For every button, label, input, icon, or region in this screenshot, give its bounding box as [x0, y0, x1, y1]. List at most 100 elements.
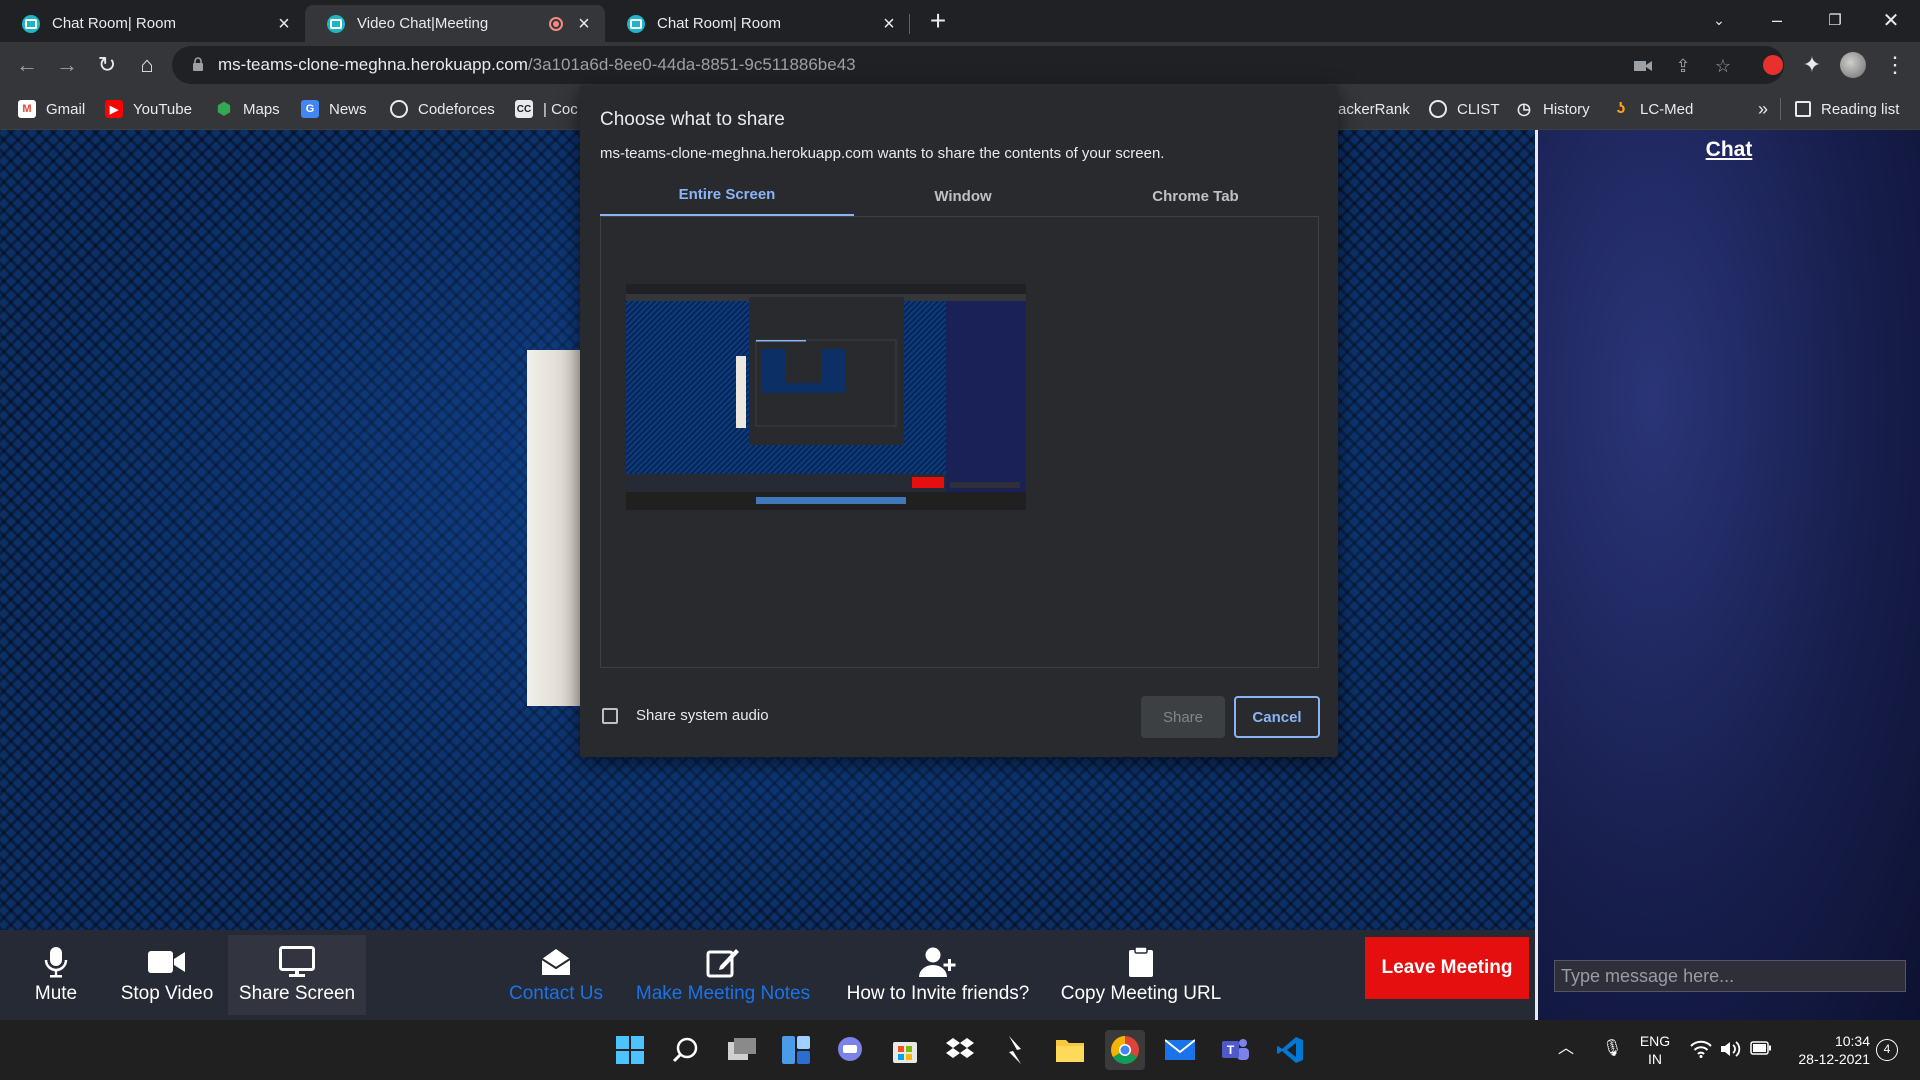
- mute-button[interactable]: Mute: [20, 935, 92, 1015]
- gmail-icon: M: [18, 100, 36, 118]
- share-screen-label: Share Screen: [238, 983, 356, 1004]
- microphone-tray-icon[interactable]: 🎙: [1602, 1040, 1622, 1058]
- tab-entire-screen[interactable]: Entire Screen: [600, 175, 854, 217]
- back-arrow-icon[interactable]: ←: [12, 50, 42, 80]
- camera-in-use-icon[interactable]: [1632, 55, 1654, 77]
- bookmark-label: Codeforces: [418, 100, 495, 118]
- share-system-audio-checkbox[interactable]: Share system audio: [602, 707, 769, 724]
- search-icon[interactable]: [666, 1030, 706, 1070]
- copy-meeting-url-button[interactable]: Copy Meeting URL: [1056, 935, 1226, 1015]
- cc-icon: CC: [515, 100, 533, 118]
- microsoft-store-icon[interactable]: [885, 1030, 925, 1070]
- tab-window[interactable]: Window: [854, 175, 1072, 217]
- stop-video-button[interactable]: Stop Video: [112, 935, 222, 1015]
- reload-icon[interactable]: ↻: [92, 50, 122, 80]
- recording-icon: [549, 16, 563, 31]
- cancel-button[interactable]: Cancel: [1234, 696, 1320, 738]
- clock[interactable]: 10:34 28-12-2021: [1790, 1032, 1870, 1068]
- bookmark-lc-med[interactable]: ʖ LC-Med: [1612, 88, 1694, 130]
- wifi-icon[interactable]: [1690, 1040, 1712, 1062]
- chat-message-input[interactable]: [1554, 960, 1906, 992]
- vscode-icon[interactable]: [1270, 1030, 1310, 1070]
- video-camera-icon: [148, 945, 186, 979]
- tab-title: Chat Room| Room: [657, 15, 781, 32]
- reading-list-button[interactable]: Reading list: [1795, 88, 1899, 130]
- tab-chrome-tab[interactable]: Chrome Tab: [1072, 175, 1319, 217]
- chrome-icon[interactable]: [1105, 1030, 1145, 1070]
- screen-thumbnail-image: [626, 284, 1026, 510]
- browser-tab-strip: Chat Room| Room × Video Chat|Meeting × C…: [0, 0, 1920, 42]
- lightning-app-icon[interactable]: [995, 1030, 1035, 1070]
- share-button[interactable]: Share: [1141, 696, 1225, 738]
- news-icon: G: [301, 100, 319, 118]
- bookmarks-overflow-icon[interactable]: »: [1758, 88, 1768, 130]
- menu-kebab-icon[interactable]: ⋮: [1880, 50, 1910, 80]
- browser-tab-video-chat[interactable]: Video Chat|Meeting ×: [305, 5, 605, 42]
- profile-avatar[interactable]: [1838, 50, 1868, 80]
- minimize-icon[interactable]: –: [1748, 0, 1806, 40]
- close-icon[interactable]: ×: [275, 14, 293, 34]
- tab-search-chevron-icon[interactable]: ⌄: [1690, 0, 1748, 40]
- home-icon[interactable]: ⌂: [132, 50, 162, 80]
- battery-icon[interactable]: [1750, 1041, 1772, 1059]
- volume-icon[interactable]: [1720, 1040, 1742, 1062]
- microsoft-teams-icon[interactable]: T: [1215, 1030, 1255, 1070]
- maps-pin-icon: ⬢: [217, 101, 231, 118]
- windows-start-icon[interactable]: [610, 1030, 650, 1070]
- window-close-icon[interactable]: ✕: [1862, 0, 1920, 40]
- contact-us-link[interactable]: Contact Us: [504, 935, 608, 1015]
- invite-friends-button[interactable]: How to Invite friends?: [838, 935, 1038, 1015]
- extensions-puzzle-icon[interactable]: ✦: [1797, 50, 1827, 80]
- clock-date: 28-12-2021: [1798, 1051, 1870, 1067]
- bookmark-youtube[interactable]: ▶ YouTube: [105, 88, 192, 130]
- share-screen-button[interactable]: Share Screen: [228, 935, 366, 1015]
- bookmark-coc[interactable]: CC | Coc: [515, 88, 578, 130]
- bookmark-codeforces[interactable]: Codeforces: [390, 88, 495, 130]
- share-page-icon[interactable]: ⇪: [1672, 55, 1694, 77]
- screen-preview-list: [600, 217, 1319, 668]
- bookmark-label: LC-Med: [1640, 100, 1694, 118]
- add-user-icon: [918, 945, 958, 979]
- checkbox-box[interactable]: [602, 707, 618, 724]
- notification-count-badge[interactable]: 4: [1876, 1039, 1898, 1061]
- new-tab-button[interactable]: +: [924, 7, 952, 35]
- forward-arrow-icon[interactable]: →: [52, 50, 82, 80]
- extension-red-icon[interactable]: [1758, 50, 1788, 80]
- lock-icon: [193, 57, 203, 71]
- reading-list-label: Reading list: [1821, 100, 1900, 118]
- address-bar[interactable]: ms-teams-clone-meghna.herokuapp.com/3a10…: [172, 46, 1784, 84]
- tray-chevron-icon[interactable]: ︿: [1558, 1040, 1574, 1058]
- leetcode-icon: ʖ: [1616, 100, 1626, 117]
- dialog-subtitle: ms-teams-clone-meghna.herokuapp.com want…: [600, 145, 1165, 162]
- bookmark-star-icon[interactable]: ☆: [1712, 55, 1734, 77]
- dropbox-icon[interactable]: [940, 1030, 980, 1070]
- mail-icon[interactable]: [1160, 1030, 1200, 1070]
- browser-tab-chat-room-2[interactable]: Chat Room| Room ×: [605, 5, 910, 42]
- restore-icon[interactable]: ❐: [1806, 0, 1864, 40]
- bookmark-history[interactable]: ◷ History: [1515, 88, 1590, 130]
- task-view-icon[interactable]: [722, 1030, 762, 1070]
- bookmark-clist[interactable]: CLIST: [1429, 88, 1500, 130]
- clipboard-icon: [1128, 945, 1154, 979]
- teams-chat-icon[interactable]: [830, 1030, 870, 1070]
- meeting-notes-link[interactable]: Make Meeting Notes: [628, 935, 818, 1015]
- bookmark-news[interactable]: G News: [301, 88, 367, 130]
- meeting-controls: Mute Stop Video Share Screen Contact Us …: [0, 930, 1535, 1020]
- bookmark-label: CLIST: [1457, 100, 1500, 118]
- url-path: /3a101a6d-8ee0-44da-8851-9c511886be43: [527, 55, 856, 74]
- entire-screen-thumbnail[interactable]: [626, 284, 1026, 510]
- history-clock-icon: ◷: [1517, 101, 1531, 118]
- bookmark-maps[interactable]: ⬢ Maps: [215, 88, 280, 130]
- region-code: IN: [1648, 1051, 1662, 1067]
- bookmark-hackerrank[interactable]: ackerRank: [1338, 88, 1410, 130]
- file-explorer-icon[interactable]: [1050, 1030, 1090, 1070]
- browser-tab-chat-room-1[interactable]: Chat Room| Room ×: [0, 5, 305, 42]
- widgets-icon[interactable]: [776, 1030, 816, 1070]
- language-indicator[interactable]: ENG IN: [1638, 1032, 1672, 1068]
- bookmark-gmail[interactable]: M Gmail: [18, 88, 85, 130]
- close-icon[interactable]: ×: [575, 14, 593, 34]
- share-system-audio-label: Share system audio: [636, 707, 769, 724]
- close-icon[interactable]: ×: [880, 14, 898, 34]
- youtube-icon: ▶: [105, 100, 123, 118]
- leave-meeting-button[interactable]: Leave Meeting: [1365, 937, 1529, 999]
